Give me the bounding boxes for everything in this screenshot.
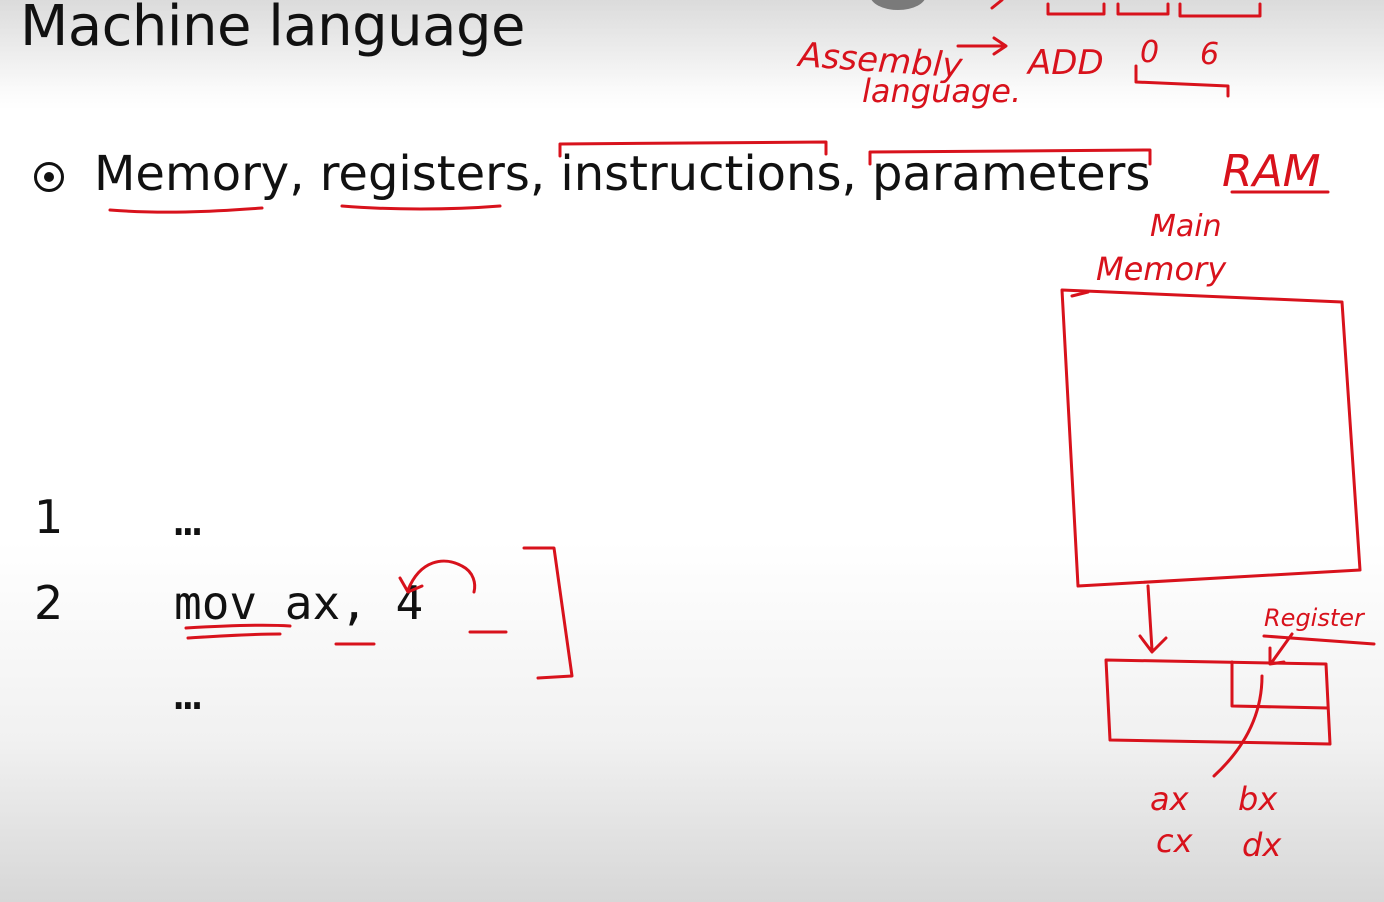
annotation-cx: cx xyxy=(1156,822,1194,860)
annotation-bx: bx xyxy=(1238,780,1278,818)
annotation-ram: RAM xyxy=(1222,146,1321,197)
code-line: … xyxy=(174,666,202,720)
annotation-memory: Memory xyxy=(1096,250,1227,288)
code-line-number: 1 xyxy=(34,490,64,544)
code-line-number: 2 xyxy=(34,576,64,630)
annotation-register: Register xyxy=(1264,604,1366,632)
annotation-main: Main xyxy=(1150,209,1222,244)
code-line: … xyxy=(174,492,202,546)
code-line: mov ax, 4 xyxy=(174,576,424,630)
annotation-dx: dx xyxy=(1242,826,1282,864)
radio-bullet-icon xyxy=(34,162,64,192)
bullet-text: Memory, registers, instructions, paramet… xyxy=(94,146,1151,202)
annotation-ax: ax xyxy=(1150,780,1190,818)
slide-title: Machine language xyxy=(20,0,525,59)
pen-annotations: Assembly language. ADD 0 6 RAM Main Memo… xyxy=(108,0,1376,864)
